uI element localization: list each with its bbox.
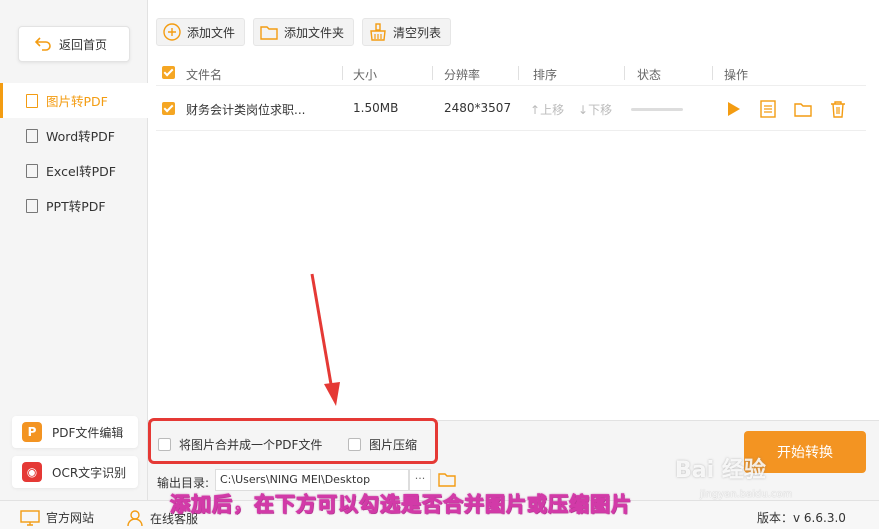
folder-open-icon[interactable] (794, 100, 812, 118)
excel-file-icon (26, 163, 38, 178)
column-divider (518, 66, 519, 80)
header-resolution: 分辨率 (444, 68, 481, 82)
ocr-label: OCR文字识别 (52, 465, 127, 480)
baidu-watermark: Bai 经验 (675, 458, 766, 483)
header-status: 状态 (637, 68, 662, 82)
folder-icon (260, 26, 278, 40)
website-link[interactable]: 官方网站 (20, 509, 94, 526)
sidebar-item-label: Word转PDF (46, 129, 115, 144)
pdf-edit-label: PDF文件编辑 (52, 425, 124, 440)
ocr-button[interactable]: ◉ OCR文字识别 (12, 456, 138, 488)
monitor-icon (20, 509, 40, 526)
sidebar-item-label: Excel转PDF (46, 164, 116, 179)
trash-icon[interactable] (830, 100, 846, 118)
row-checkbox[interactable] (162, 102, 175, 115)
header-action: 操作 (724, 68, 749, 82)
sidebar-item-label: PPT转PDF (46, 199, 106, 214)
cell-size: 1.50MB (353, 101, 399, 115)
move-up-button[interactable]: ↑上移 (530, 101, 564, 118)
add-file-label: 添加文件 (187, 25, 236, 40)
header-size: 大小 (353, 68, 378, 82)
move-up-label: 上移 (540, 103, 565, 117)
column-divider (712, 66, 713, 80)
select-all-checkbox[interactable] (162, 66, 175, 79)
add-folder-button[interactable]: 添加文件夹 (253, 18, 355, 46)
main-panel: 添加文件 添加文件夹 清空列表 文件名 大小 分辨率 排序 状态 操作 财务会计… (148, 0, 879, 500)
status-progress-bar (631, 108, 683, 111)
merge-checkbox[interactable] (158, 438, 171, 451)
tutorial-caption: 添加后，在下方可以勾选是否合并图片或压缩图片 (170, 492, 632, 517)
compress-checkbox[interactable] (348, 438, 361, 451)
clear-list-label: 清空列表 (393, 25, 442, 40)
broom-icon (370, 23, 386, 41)
column-divider (432, 66, 433, 80)
back-arrow-icon (35, 37, 51, 51)
add-file-button[interactable]: 添加文件 (156, 18, 246, 46)
sidebar-item-ppt-to-pdf[interactable]: PPT转PDF (0, 188, 148, 223)
plus-circle-icon (163, 23, 181, 41)
back-home-button[interactable]: 返回首页 (18, 26, 130, 62)
clear-list-button[interactable]: 清空列表 (362, 18, 452, 46)
play-icon[interactable] (724, 100, 742, 118)
move-down-button[interactable]: ↓下移 (578, 101, 612, 118)
header-filename: 文件名 (186, 68, 223, 82)
website-label: 官方网站 (46, 511, 95, 525)
ppt-file-icon (26, 198, 38, 213)
column-divider (342, 66, 343, 80)
move-down-label: 下移 (588, 103, 613, 117)
pdf-edit-button[interactable]: P PDF文件编辑 (12, 416, 138, 448)
cell-resolution: 2480*3507 (444, 101, 512, 115)
document-icon[interactable] (759, 100, 777, 118)
merge-label: 将图片合并成一个PDF文件 (179, 438, 323, 452)
sidebar-item-label: 图片转PDF (46, 94, 108, 109)
compress-option[interactable]: 图片压缩 (348, 436, 417, 453)
word-file-icon (26, 128, 38, 143)
image-file-icon (26, 93, 38, 108)
sidebar-nav: 图片转PDF Word转PDF Excel转PDF PPT转PDF (0, 83, 148, 223)
back-home-label: 返回首页 (59, 37, 108, 52)
sidebar-item-excel-to-pdf[interactable]: Excel转PDF (0, 153, 148, 188)
cell-filename: 财务会计类岗位求职... (186, 103, 306, 117)
version-text: 版本：v 6.6.3.0 (757, 511, 846, 525)
ocr-eye-icon: ◉ (22, 462, 42, 482)
sidebar-item-image-to-pdf[interactable]: 图片转PDF (0, 83, 148, 118)
open-folder-icon[interactable] (438, 471, 456, 487)
compress-label: 图片压缩 (369, 438, 418, 452)
toolbar: 添加文件 添加文件夹 清空列表 (156, 18, 452, 46)
user-icon (127, 510, 143, 527)
table-header: 文件名 大小 分辨率 排序 状态 操作 (156, 60, 866, 86)
column-divider (624, 66, 625, 80)
baidu-watermark-url: jingyan.baidu.com (700, 489, 793, 500)
sidebar-item-word-to-pdf[interactable]: Word转PDF (0, 118, 148, 153)
pdf-edit-icon: P (22, 422, 42, 442)
annotation-arrow (310, 273, 340, 406)
header-sort: 排序 (533, 68, 558, 82)
add-folder-label: 添加文件夹 (284, 25, 345, 40)
sidebar: 返回首页 图片转PDF Word转PDF Excel转PDF PPT转PDF P… (0, 0, 148, 500)
merge-option[interactable]: 将图片合并成一个PDF文件 (158, 436, 322, 453)
table-row[interactable]: 财务会计类岗位求职... 1.50MB 2480*3507 ↑上移 ↓下移 (156, 87, 866, 131)
